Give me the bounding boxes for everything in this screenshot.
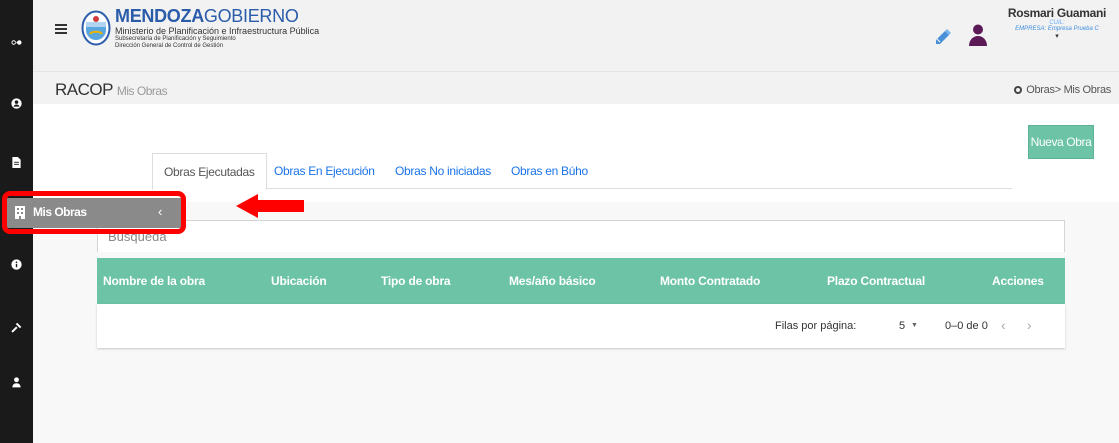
rows-per-page-select[interactable]: 5: [899, 320, 905, 332]
breadcrumb-text[interactable]: Obras> Mis Obras: [1026, 84, 1111, 96]
col-acciones: Acciones: [992, 274, 1044, 288]
dashboard-icon: [1014, 86, 1023, 94]
brand-block: MENDOZAGOBIERNO Ministerio de Planificac…: [115, 7, 319, 50]
page-title: RACOP Mis Obras: [55, 80, 168, 99]
col-mes-anio[interactable]: Mes/año básico: [509, 274, 596, 288]
user-name: Rosmari Guamani: [1007, 6, 1107, 20]
caret-down-icon[interactable]: ▾: [999, 32, 1115, 40]
table-header: Nombre de la obra Ubicación Tipo de obra…: [97, 258, 1065, 304]
tab-bar: Obras Ejecutadas Obras En Ejecución Obra…: [152, 153, 1012, 190]
col-nombre-obra[interactable]: Nombre de la obra: [103, 274, 205, 288]
user-avatar-icon[interactable]: [969, 24, 987, 46]
infinity-icon[interactable]: [0, 31, 33, 53]
pagination-range: 0–0 de 0: [945, 320, 988, 332]
main-content: Nombre de la obra Ubicación Tipo de obra…: [33, 202, 1119, 443]
col-monto[interactable]: Monto Contratado: [660, 274, 760, 288]
brand-direccion: Dirección General de Control de Gestión: [115, 43, 224, 49]
table-pagination: Filas por página: 5 ▼ 0–0 de 0 ‹ ›: [97, 304, 1065, 348]
user-circle-icon[interactable]: [0, 92, 33, 114]
title-bar: RACOP Mis Obras Obras> Mis Obras: [33, 72, 1119, 104]
tab-obras-ejecutadas[interactable]: Obras Ejecutadas: [152, 153, 267, 190]
tab-obras-en-ejecucion[interactable]: Obras En Ejecución: [263, 153, 386, 189]
info-icon[interactable]: [0, 253, 33, 275]
rows-per-page-label: Filas por página:: [775, 320, 857, 332]
page-subtitle: Mis Obras: [116, 84, 168, 98]
breadcrumb: Obras> Mis Obras: [1013, 84, 1111, 96]
col-ubicacion[interactable]: Ubicación: [271, 274, 327, 288]
next-page-icon[interactable]: ›: [1027, 317, 1032, 333]
annotation-highlight-box: [2, 191, 186, 234]
brand-name: MENDOZAGOBIERNO: [115, 6, 299, 26]
pencil-icon[interactable]: [933, 26, 953, 46]
hamburger-menu-icon[interactable]: [55, 24, 67, 34]
user-menu[interactable]: Rosmari Guamani CUIL: EMPRESA: Empresa P…: [999, 6, 1115, 40]
new-obra-button[interactable]: Nueva Obra: [1028, 125, 1094, 159]
prev-page-icon[interactable]: ‹: [1001, 317, 1006, 333]
gavel-icon[interactable]: [0, 316, 33, 338]
tab-obras-en-buho[interactable]: Obras en Búho: [500, 153, 599, 189]
document-icon[interactable]: [0, 151, 33, 173]
tab-obras-no-iniciadas[interactable]: Obras No iniciadas: [384, 153, 502, 189]
brand-subsecretaria: Subsecretaría de Planificación y Seguimi…: [115, 36, 236, 42]
brand-ministry: Ministerio de Planificación e Infraestru…: [115, 26, 320, 36]
top-header: MENDOZAGOBIERNO Ministerio de Planificac…: [33, 0, 1119, 72]
col-plazo[interactable]: Plazo Contractual: [827, 274, 925, 288]
annotation-arrow-icon: [236, 194, 304, 218]
select-caret-icon[interactable]: ▼: [911, 322, 918, 329]
tabs-panel: Nueva Obra Obras Ejecutadas Obras En Eje…: [33, 104, 1119, 202]
search-input[interactable]: [97, 220, 1065, 252]
person-icon[interactable]: [0, 371, 33, 393]
col-tipo-obra[interactable]: Tipo de obra: [381, 274, 451, 288]
mendoza-logo: [81, 10, 111, 46]
